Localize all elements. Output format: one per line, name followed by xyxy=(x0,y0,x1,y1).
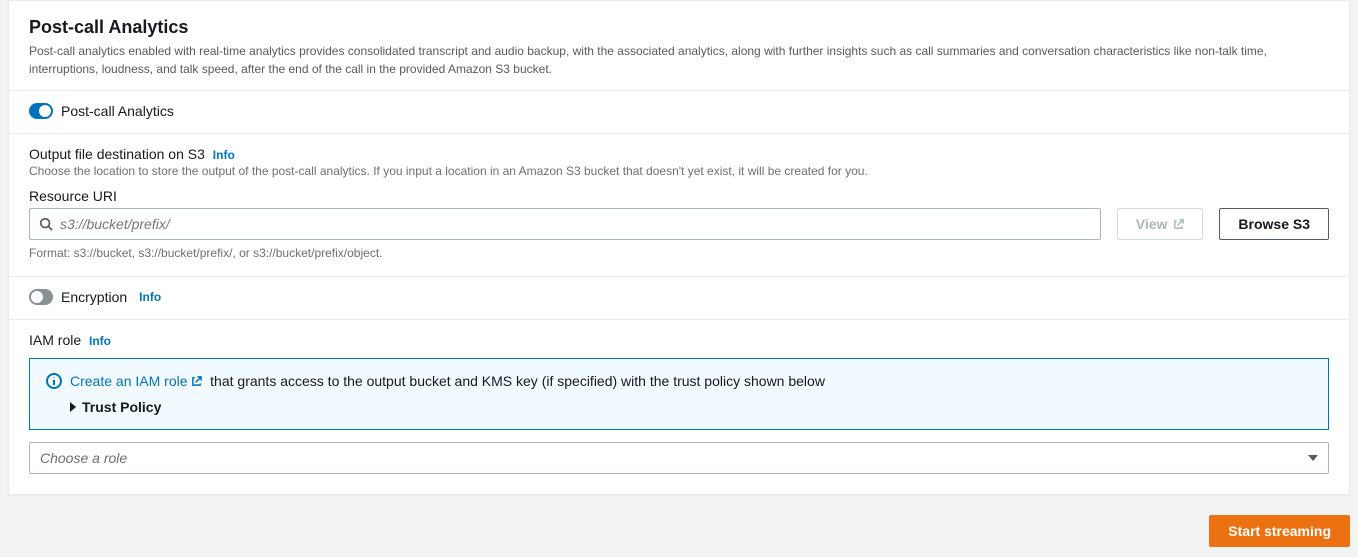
iam-info-link[interactable]: Info xyxy=(89,334,111,348)
page-subtitle: Post-call analytics enabled with real-ti… xyxy=(29,42,1329,78)
resource-uri-input[interactable] xyxy=(29,208,1101,240)
external-link-icon xyxy=(191,376,202,387)
post-call-analytics-toggle-label: Post-call Analytics xyxy=(61,103,174,119)
iam-role-select-placeholder: Choose a role xyxy=(40,450,127,466)
output-info-link[interactable]: Info xyxy=(213,148,235,162)
post-call-analytics-toggle[interactable] xyxy=(29,103,53,119)
create-iam-role-link[interactable]: Create an IAM role xyxy=(70,373,206,389)
info-icon xyxy=(46,373,62,389)
format-hint: Format: s3://bucket, s3://bucket/prefix/… xyxy=(29,246,1329,260)
iam-role-label: IAM role xyxy=(29,332,81,348)
create-iam-role-link-label: Create an IAM role xyxy=(70,373,188,389)
start-streaming-button-label: Start streaming xyxy=(1228,523,1331,539)
output-hint: Choose the location to store the output … xyxy=(29,164,1329,178)
iam-alert: Create an IAM role that grants access to… xyxy=(29,358,1329,430)
start-streaming-button[interactable]: Start streaming xyxy=(1209,515,1350,547)
trust-policy-expander[interactable]: Trust Policy xyxy=(70,399,1312,415)
page-title: Post-call Analytics xyxy=(29,17,1329,38)
output-destination-label: Output file destination on S3 xyxy=(29,146,205,162)
browse-s3-button-label: Browse S3 xyxy=(1238,216,1310,232)
view-button[interactable]: View xyxy=(1117,208,1204,240)
external-link-icon xyxy=(1173,219,1184,230)
chevron-down-icon xyxy=(1308,455,1318,461)
encryption-info-link[interactable]: Info xyxy=(139,290,161,304)
view-button-label: View xyxy=(1136,216,1168,232)
search-icon xyxy=(39,217,53,231)
iam-role-select[interactable]: Choose a role xyxy=(29,442,1329,474)
trust-policy-label: Trust Policy xyxy=(82,399,161,415)
resource-uri-label: Resource URI xyxy=(29,188,1329,204)
encryption-toggle[interactable] xyxy=(29,289,53,305)
encryption-toggle-label: Encryption xyxy=(61,289,127,305)
caret-right-icon xyxy=(70,402,76,412)
iam-alert-text: that grants access to the output bucket … xyxy=(210,373,825,389)
browse-s3-button[interactable]: Browse S3 xyxy=(1219,208,1329,240)
